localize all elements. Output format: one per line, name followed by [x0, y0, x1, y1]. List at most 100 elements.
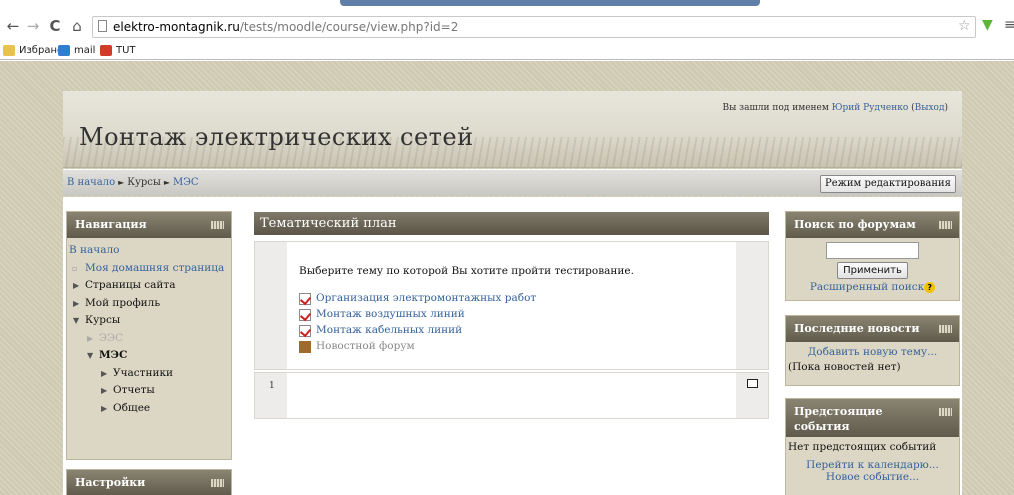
- section-left-side: [255, 373, 287, 418]
- nav-item-label: Отчеты: [113, 384, 155, 396]
- new-event-link[interactable]: Новое событие...: [786, 471, 959, 483]
- expand-arrow-icon: ▶: [101, 403, 108, 413]
- nav-item-reports[interactable]: ▶ Отчеты: [69, 382, 229, 400]
- expand-arrow-icon: ▶: [73, 281, 80, 290]
- nav-item-label: Мой профиль: [85, 296, 161, 309]
- page-icon: [98, 20, 107, 32]
- breadcrumb: В начало ► Курсы ► МЭС: [67, 177, 199, 188]
- activity-quiz-link[interactable]: Монтаж кабельных линий: [299, 324, 462, 337]
- help-icon[interactable]: ?: [924, 281, 936, 293]
- advanced-search-link[interactable]: Расширенный поиск?: [786, 281, 959, 293]
- nav-item-participants[interactable]: ▶ Участники: [69, 365, 229, 383]
- block-hide-icon[interactable]: [939, 408, 952, 416]
- section-summary: Выберите тему по которой Вы хотите пройт…: [299, 265, 634, 277]
- mail-icon: [58, 45, 70, 56]
- activity-quiz-link[interactable]: Организация электромонтажных работ: [299, 292, 537, 305]
- breadcrumb-course[interactable]: МЭС: [173, 177, 199, 188]
- nav-item-home[interactable]: В начало: [69, 242, 229, 260]
- browser-toolbar: ← → C ⌂ elektro-montagnik.ru/tests/moodl…: [0, 13, 1014, 41]
- go-to-calendar-link[interactable]: Перейти к календарю...: [786, 459, 959, 471]
- navbar: В начало ► Курсы ► МЭС Режим редактирования: [63, 169, 962, 196]
- nav-item-general[interactable]: ▶ Общее: [69, 400, 229, 418]
- bookmark-tut[interactable]: TUT: [100, 44, 136, 58]
- navigation-title: Навигация: [75, 218, 147, 231]
- nav-item-label: ЭЭС: [99, 331, 124, 344]
- site-title: Монтаж электрических сетей: [79, 123, 474, 151]
- block-hide-icon[interactable]: [939, 325, 952, 333]
- upcoming-events-title: Предстоящие события: [794, 405, 883, 433]
- breadcrumb-home[interactable]: В начало: [67, 177, 115, 188]
- section-left-side: [255, 242, 287, 369]
- bookmark-star-icon[interactable]: ☆: [958, 18, 971, 34]
- no-news-text: (Пока новостей нет): [788, 361, 901, 373]
- navigation-block: Навигация В начало ▫ Моя домашняя страниц…: [66, 211, 232, 460]
- login-prefix: Вы зашли под именем: [722, 103, 832, 113]
- no-events-text: Нет предстоящих событий: [788, 441, 937, 453]
- quiz-icon: [299, 325, 311, 337]
- bookmark-mail[interactable]: mail: [58, 44, 95, 58]
- nav-item-label: Курсы: [85, 314, 121, 326]
- course-section-1: 1: [254, 372, 769, 419]
- nav-item-ees[interactable]: ▶ ЭЭС: [69, 330, 229, 348]
- activity-quiz-link[interactable]: Монтаж воздушных линий: [299, 308, 465, 321]
- forum-search-input[interactable]: [826, 242, 919, 259]
- forum-search-block: Поиск по форумам Применить Расширенный п…: [785, 211, 960, 301]
- bookmarks-bar: Избраное mail TUT: [0, 42, 1014, 60]
- collapse-arrow-icon: ▼: [87, 351, 94, 360]
- block-hide-icon[interactable]: [211, 221, 224, 229]
- nav-item-site-pages[interactable]: ▶ Страницы сайта: [69, 277, 229, 295]
- settings-block-header: Настройки: [67, 470, 231, 495]
- section-number: 1: [269, 381, 275, 391]
- tab-strip: [0, 0, 1014, 12]
- breadcrumb-courses[interactable]: Курсы: [127, 177, 161, 188]
- activity-label: Монтаж воздушных линий: [316, 308, 465, 320]
- add-news-topic-link[interactable]: Добавить новую тему...: [786, 346, 959, 358]
- latest-news-title: Последние новости: [794, 322, 920, 335]
- block-hide-icon[interactable]: [211, 479, 224, 487]
- forward-icon[interactable]: →: [24, 16, 42, 36]
- nav-item-my-home[interactable]: ▫ Моя домашняя страница: [69, 260, 229, 278]
- bullet-icon: ▫: [72, 263, 78, 273]
- home-icon[interactable]: ⌂: [68, 16, 86, 36]
- navigation-block-header: Навигация: [67, 212, 231, 238]
- nav-item-my-profile[interactable]: ▶ Мой профиль: [69, 295, 229, 313]
- nav-item-mes[interactable]: ▼ МЭС: [69, 347, 229, 365]
- quiz-icon: [299, 309, 311, 321]
- highlight-toggle-icon[interactable]: [747, 379, 758, 388]
- extension-icon[interactable]: ▼: [982, 17, 993, 33]
- course-section-0: Выберите тему по которой Вы хотите пройт…: [254, 241, 769, 370]
- settings-block: Настройки: [66, 469, 232, 495]
- latest-news-header: Последние новости: [786, 316, 959, 342]
- user-name-link[interactable]: Юрий Рудченко: [832, 103, 909, 113]
- advanced-search-label: Расширенный поиск: [809, 281, 925, 293]
- bookmark-label: TUT: [116, 45, 136, 56]
- nav-item-label: Моя домашняя страница: [85, 261, 225, 274]
- url-path: /tests/moodle/course/view.php?id=2: [239, 20, 459, 34]
- menu-icon[interactable]: ≡: [1004, 17, 1014, 33]
- nav-item-label: Участники: [113, 366, 174, 379]
- settings-title: Настройки: [75, 476, 146, 489]
- nav-item-label: В начало: [69, 244, 120, 256]
- block-hide-icon[interactable]: [939, 221, 952, 229]
- edit-mode-button[interactable]: Режим редактирования: [819, 175, 956, 193]
- active-tab[interactable]: [340, 0, 760, 6]
- nav-item-label: МЭС: [99, 349, 128, 361]
- nav-item-courses[interactable]: ▼ Курсы: [69, 312, 229, 330]
- expand-arrow-icon: ▶: [73, 298, 80, 308]
- nav-item-label: Страницы сайта: [85, 279, 176, 291]
- logout-link[interactable]: Выход: [915, 103, 945, 113]
- address-bar[interactable]: elektro-montagnik.ru/tests/moodle/course…: [92, 16, 976, 38]
- latest-news-block: Последние новости Добавить новую тему...…: [785, 315, 960, 386]
- site-header: Монтаж электрических сетей Вы зашли под …: [63, 91, 962, 168]
- tut-icon: [100, 45, 112, 56]
- upcoming-events-header: Предстоящие события: [786, 399, 959, 437]
- reload-icon[interactable]: C: [46, 16, 64, 36]
- browser-chrome: ← → C ⌂ elektro-montagnik.ru/tests/moodl…: [0, 0, 1014, 60]
- activity-forum-link[interactable]: Новостной форум: [299, 340, 415, 353]
- expand-arrow-icon: ▶: [87, 333, 94, 343]
- back-icon[interactable]: ←: [4, 16, 22, 36]
- activity-label: Организация электромонтажных работ: [316, 292, 537, 304]
- forum-search-apply-button[interactable]: Применить: [837, 262, 908, 279]
- course-content-title: Тематический план: [260, 216, 397, 231]
- url-host: elektro-montagnik.ru: [113, 20, 240, 34]
